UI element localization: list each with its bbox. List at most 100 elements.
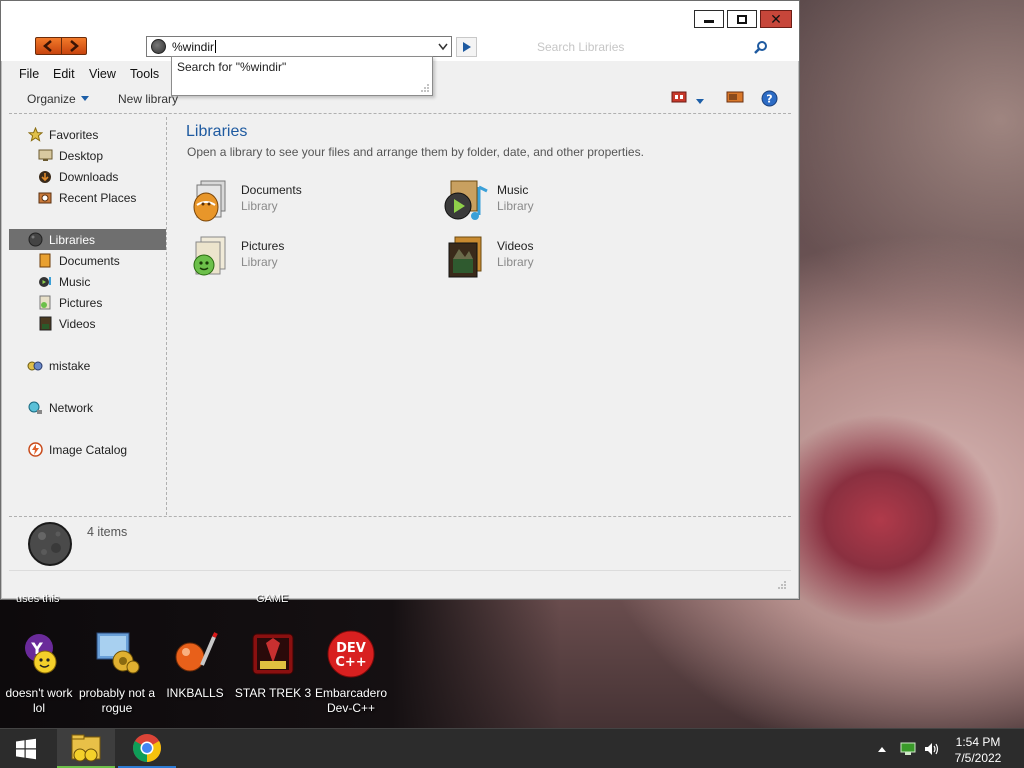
forward-arrow-icon bbox=[69, 40, 79, 52]
search-icon bbox=[754, 40, 767, 54]
start-button[interactable] bbox=[0, 729, 52, 768]
search-button[interactable] bbox=[751, 40, 771, 54]
play-arrow-icon bbox=[463, 42, 471, 52]
close-button[interactable]: ✕ bbox=[760, 10, 792, 28]
desktop-shortcut-rogue[interactable]: probably not a rogue bbox=[78, 630, 156, 716]
desktop-icon-label: INKBALLS bbox=[166, 686, 224, 700]
nav-label: Favorites bbox=[49, 127, 99, 142]
nav-music[interactable]: Music bbox=[37, 271, 166, 292]
nav-recent-places[interactable]: Recent Places bbox=[37, 187, 166, 208]
library-kind: Library bbox=[241, 199, 278, 213]
nav-pictures[interactable]: Pictures bbox=[37, 292, 166, 313]
preview-pane-icon bbox=[726, 91, 744, 103]
nav-desktop[interactable]: Desktop bbox=[37, 145, 166, 166]
forward-button[interactable] bbox=[60, 38, 87, 54]
address-dropdown-button[interactable] bbox=[435, 43, 451, 51]
go-button[interactable] bbox=[456, 37, 477, 57]
search-box[interactable]: Search Libraries bbox=[529, 36, 771, 57]
taskbar-clock[interactable]: 1:54 PM 7/5/2022 bbox=[940, 734, 1016, 766]
network-icon bbox=[27, 400, 43, 416]
nav-image-catalog[interactable]: Image Catalog bbox=[27, 439, 166, 460]
view-options-dropdown[interactable] bbox=[696, 95, 704, 109]
taskbar-chrome[interactable] bbox=[118, 729, 176, 768]
back-button[interactable] bbox=[36, 38, 61, 54]
title-bar[interactable]: ✕ bbox=[1, 1, 799, 31]
status-bar bbox=[9, 573, 791, 593]
nav-label: Desktop bbox=[59, 148, 104, 163]
desktop-shortcut-yahoo[interactable]: Y doesn't work lol bbox=[0, 630, 78, 716]
nav-favorites[interactable]: Favorites bbox=[27, 124, 166, 145]
nav-label: Downloads bbox=[59, 169, 119, 184]
library-tile-music[interactable]: Music Library bbox=[443, 179, 683, 227]
separator bbox=[9, 113, 791, 114]
nav-downloads[interactable]: Downloads bbox=[37, 166, 166, 187]
dropdown-arrow-icon bbox=[80, 96, 89, 101]
library-tile-videos[interactable]: Videos Library bbox=[443, 235, 683, 283]
nav-label: Network bbox=[49, 400, 94, 415]
search-suggestion-item[interactable]: Search for "%windir" bbox=[177, 60, 286, 74]
help-icon: ? bbox=[761, 90, 778, 107]
desktop-shortcut-dev-cpp[interactable]: DEV C++ Embarcadero Dev-C++ bbox=[312, 630, 390, 716]
clock-date: 7/5/2022 bbox=[954, 751, 1002, 765]
homegroup-icon bbox=[27, 358, 43, 374]
nav-videos[interactable]: Videos bbox=[37, 313, 166, 334]
nav-label: Videos bbox=[59, 316, 96, 331]
nav-label: mistake bbox=[49, 358, 91, 373]
nav-network[interactable]: Network bbox=[27, 397, 166, 418]
help-button[interactable]: ? bbox=[761, 90, 778, 110]
resize-grip-icon[interactable] bbox=[420, 83, 430, 93]
menu-tools[interactable]: Tools bbox=[130, 67, 159, 81]
organize-button[interactable]: Organize bbox=[27, 92, 89, 106]
minimize-button[interactable] bbox=[694, 10, 724, 28]
resize-grip-icon[interactable] bbox=[777, 580, 787, 590]
preview-pane-button[interactable] bbox=[726, 90, 744, 107]
music-icon bbox=[37, 274, 53, 290]
menu-file[interactable]: File bbox=[19, 67, 39, 81]
close-icon: ✕ bbox=[770, 11, 782, 27]
library-tile-pictures[interactable]: Pictures Library bbox=[187, 235, 427, 283]
item-count: 4 items bbox=[87, 525, 128, 539]
menu-edit[interactable]: Edit bbox=[53, 67, 75, 81]
svg-text:?: ? bbox=[766, 93, 772, 106]
system-settings-icon bbox=[93, 630, 141, 678]
libraries-icon bbox=[27, 232, 43, 248]
nav-label: Pictures bbox=[59, 295, 103, 310]
tray-network[interactable] bbox=[897, 729, 919, 768]
chevron-down-icon bbox=[696, 99, 704, 104]
address-bar[interactable]: %windir bbox=[146, 36, 452, 57]
desktop-icon-label: Embarcadero Dev-C++ bbox=[314, 686, 388, 715]
address-input[interactable]: %windir bbox=[172, 40, 435, 54]
change-view-button[interactable] bbox=[671, 90, 689, 107]
taskbar-file-explorer[interactable] bbox=[57, 729, 115, 768]
svg-text:DEV: DEV bbox=[336, 641, 366, 656]
music-library-icon bbox=[444, 180, 488, 220]
library-tile-documents[interactable]: Documents Library bbox=[187, 179, 427, 227]
address-suggestion-dropdown: Search for "%windir" bbox=[171, 56, 433, 96]
desktop-shortcut-star-trek[interactable]: STAR TREK 3 bbox=[234, 630, 312, 701]
windows-logo-icon bbox=[16, 738, 36, 760]
nav-documents[interactable]: Documents bbox=[37, 250, 166, 271]
libraries-icon bbox=[28, 522, 72, 566]
inkballs-icon bbox=[171, 630, 219, 678]
documents-library-icon bbox=[193, 180, 226, 222]
network-icon bbox=[900, 742, 916, 755]
search-input[interactable]: Search Libraries bbox=[537, 40, 751, 54]
library-kind: Library bbox=[497, 255, 534, 269]
desktop-shortcut-inkballs[interactable]: INKBALLS bbox=[156, 630, 234, 701]
libraries-icon bbox=[151, 39, 166, 54]
organize-label: Organize bbox=[27, 92, 76, 106]
documents-icon bbox=[37, 253, 53, 269]
library-name: Videos bbox=[497, 239, 534, 253]
maximize-icon bbox=[737, 14, 747, 24]
nav-libraries[interactable]: Libraries bbox=[9, 229, 166, 250]
library-kind: Library bbox=[241, 255, 278, 269]
maximize-button[interactable] bbox=[727, 10, 757, 28]
show-hidden-icons-button[interactable] bbox=[872, 729, 892, 768]
content-pane: Libraries Open a library to see your fil… bbox=[171, 117, 791, 515]
nav-label: Documents bbox=[59, 253, 120, 268]
minimize-icon bbox=[704, 19, 714, 23]
menu-view[interactable]: View bbox=[89, 67, 116, 81]
nav-homegroup[interactable]: mistake bbox=[27, 355, 166, 376]
new-library-button[interactable]: New library bbox=[118, 92, 178, 106]
nav-label: Libraries bbox=[49, 232, 96, 247]
